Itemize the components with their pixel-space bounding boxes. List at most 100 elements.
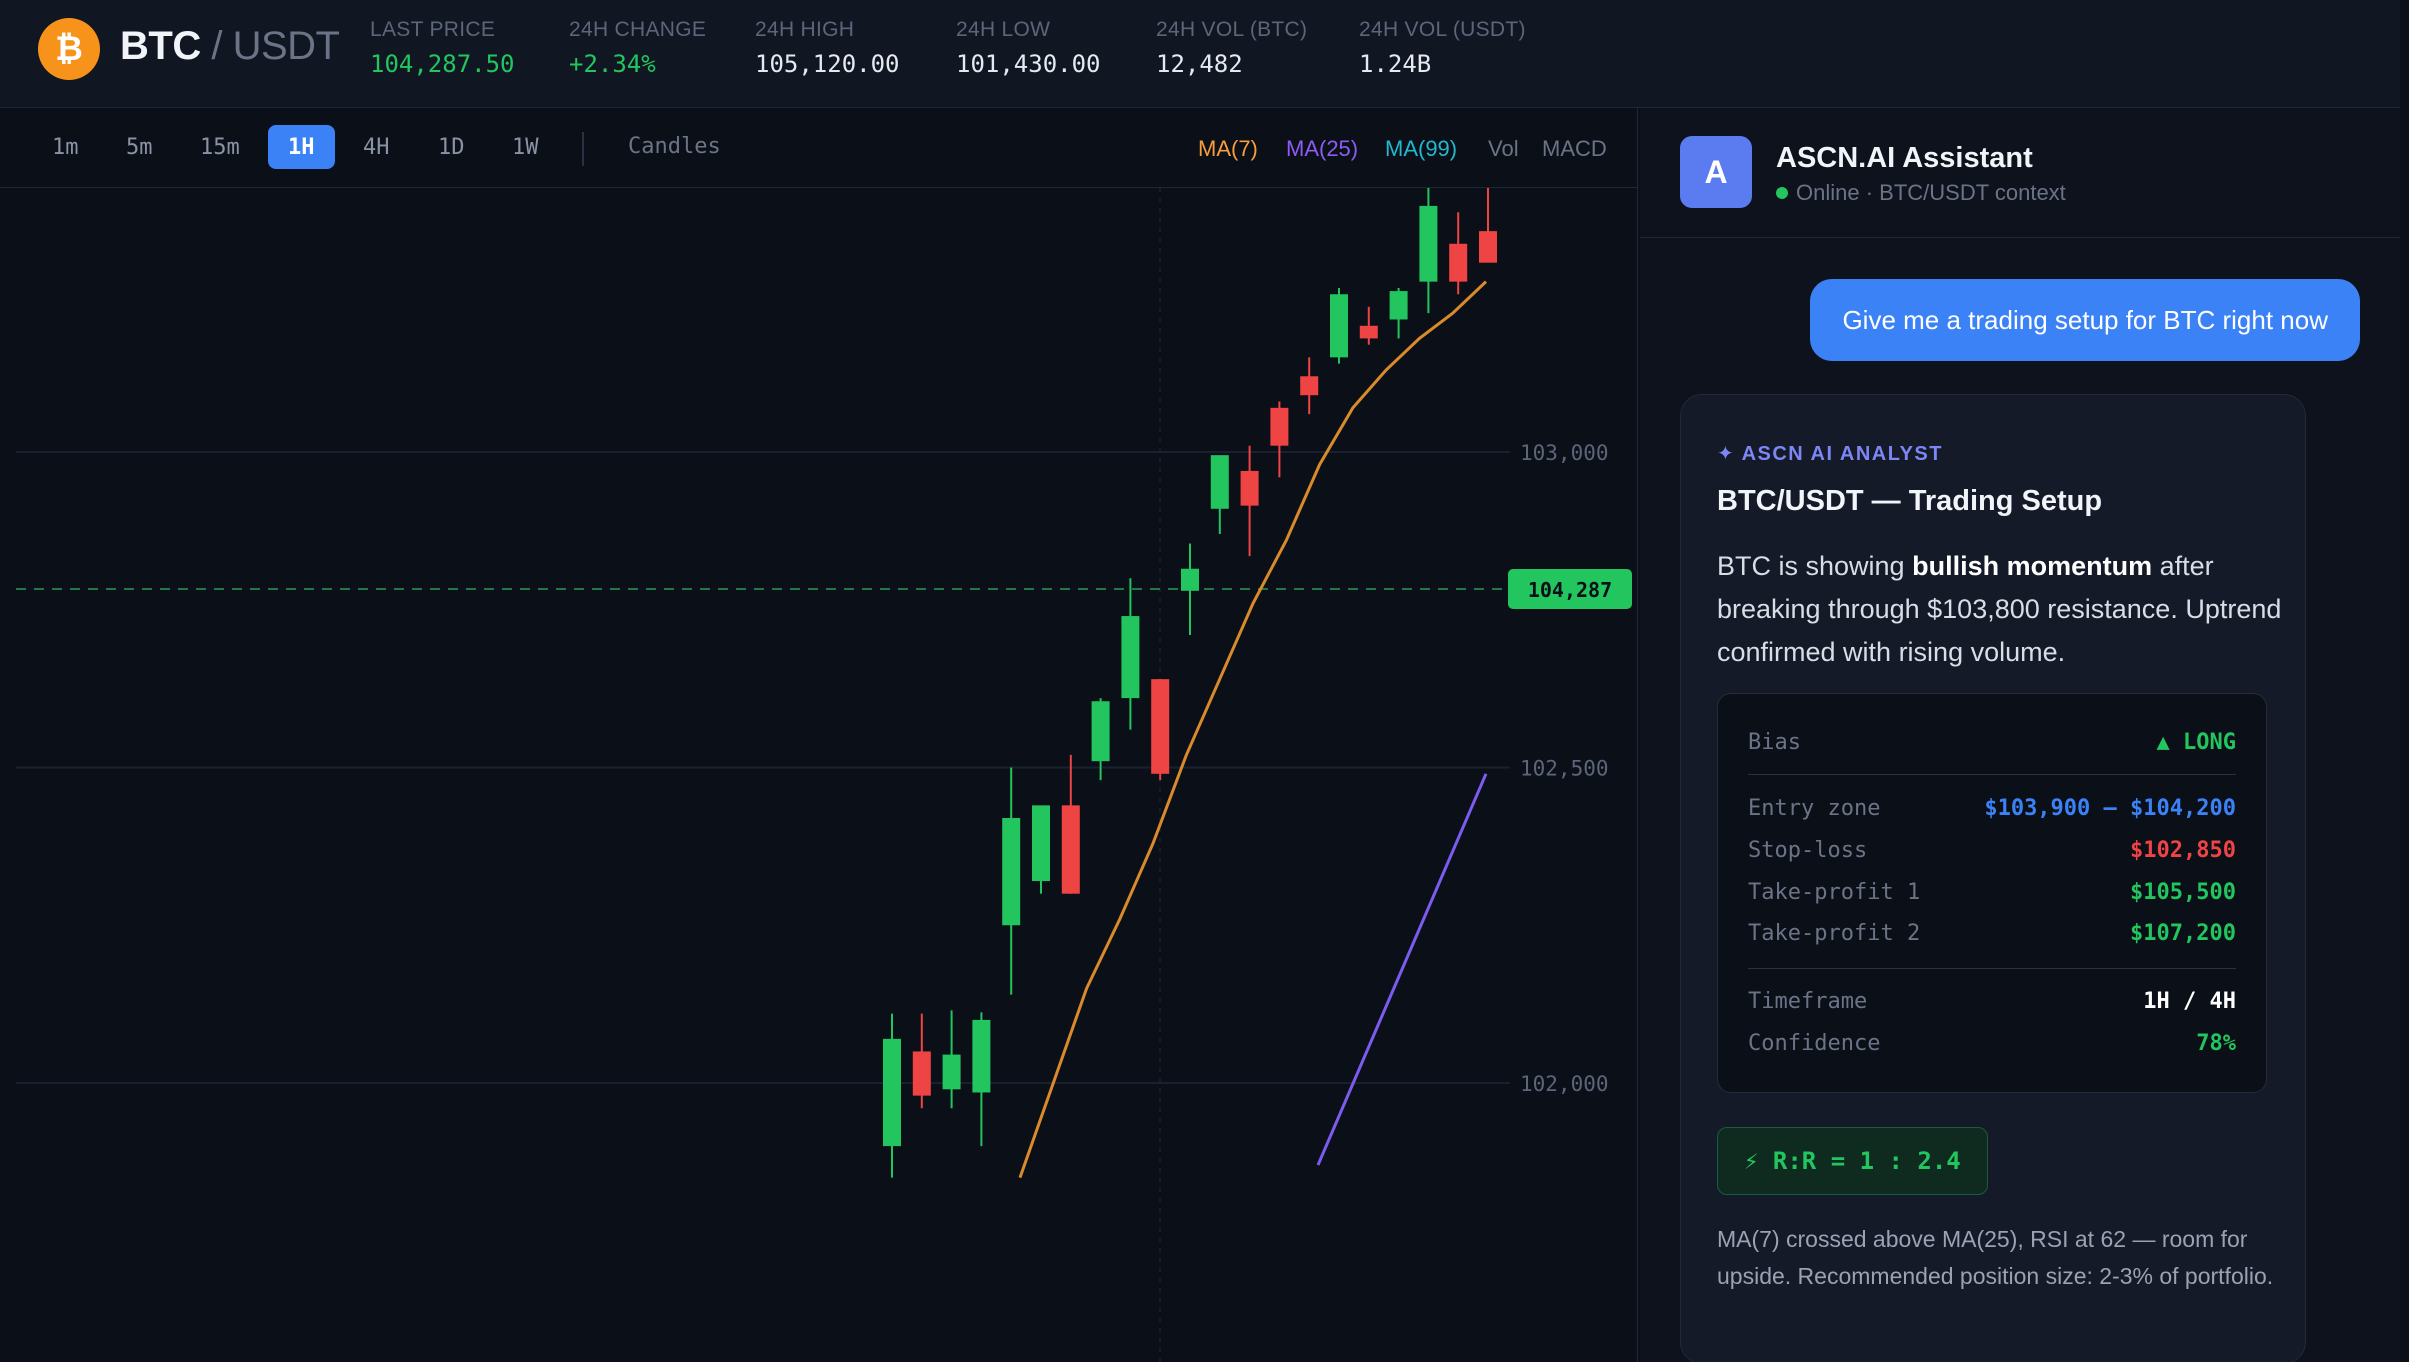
timeframe-4h[interactable]: 4H xyxy=(343,125,410,169)
candle-up xyxy=(1330,294,1348,358)
stat-24h-vol-usdt: 24H VOL (USDT) 1.24B xyxy=(1359,18,1526,78)
stat-label: 24H HIGH xyxy=(755,18,855,41)
timeframe-15m[interactable]: 15m xyxy=(180,125,260,169)
timeframe-1m[interactable]: 1m xyxy=(32,125,99,169)
timeframe-1d[interactable]: 1D xyxy=(418,125,485,169)
risk-reward-badge: ⚡ R:R = 1 : 2.4 xyxy=(1717,1127,1988,1195)
row-value: $102,850 xyxy=(2130,838,2236,863)
candle-up xyxy=(1181,568,1199,591)
indicator-macd[interactable]: MACD xyxy=(1542,136,1607,162)
stat-value: 105,120.00 xyxy=(755,50,900,78)
assistant-name: ASCN.AI Assistant xyxy=(1776,142,2033,174)
candle-up xyxy=(1002,817,1021,926)
online-dot-icon xyxy=(1776,187,1788,199)
stop-loss-row: Stop-loss $102,850 xyxy=(1748,838,2236,863)
pair-quote: / USDT xyxy=(211,24,340,68)
row-label: Timeframe xyxy=(1748,989,1868,1014)
toolbar-divider xyxy=(582,132,584,166)
stat-24h-low: 24H LOW 101,430.00 xyxy=(956,18,1101,78)
confidence-row: Confidence 78% xyxy=(1748,1031,2236,1056)
chart-panel: 1m 5m 15m 1H 4H 1D 1W Candles MA(7) MA(2… xyxy=(0,108,1638,1362)
candle-up xyxy=(972,1019,991,1093)
take-profit-1-row: Take-profit 1 $105,500 xyxy=(1748,880,2236,905)
row-value: $103,900 – $104,200 xyxy=(1984,796,2236,821)
candle-up xyxy=(1389,291,1408,320)
assistant-status-text: Online · BTC/USDT context xyxy=(1796,180,2066,205)
setup-title: BTC/USDT — Trading Setup xyxy=(1717,485,2103,517)
candle-down xyxy=(1479,231,1497,263)
chart-type-selector[interactable]: Candles xyxy=(628,134,721,159)
candle-up xyxy=(1419,205,1438,282)
stat-value: 104,287.50 xyxy=(370,50,515,78)
row-value: 1H / 4H xyxy=(2143,989,2236,1014)
row-value: $105,500 xyxy=(2130,880,2236,905)
timeframe-1w[interactable]: 1W xyxy=(492,125,559,169)
candle-down xyxy=(1061,805,1080,894)
table-divider xyxy=(1748,774,2236,775)
row-label: Entry zone xyxy=(1748,796,1881,821)
candle-down xyxy=(1300,376,1319,396)
stat-label: LAST PRICE xyxy=(370,18,496,41)
candle-down xyxy=(1151,679,1170,774)
assistant-avatar: A xyxy=(1680,136,1752,208)
stat-label: 24H VOL (USDT) xyxy=(1359,18,1526,41)
stat-label: 24H LOW xyxy=(956,18,1051,41)
row-label: Confidence xyxy=(1748,1031,1881,1056)
indicator-ma25[interactable]: MA(25) xyxy=(1286,136,1358,162)
bitcoin-logo-icon: ₿ xyxy=(38,18,100,80)
candle-down xyxy=(1240,470,1259,506)
row-value: $107,200 xyxy=(2130,921,2236,946)
stat-value: 12,482 xyxy=(1156,50,1243,78)
pair-title[interactable]: BTC / USDT xyxy=(120,24,340,69)
bias-label: Bias xyxy=(1748,730,1801,755)
assistant-response-card: ✦ ASCN AI ANALYST BTC/USDT — Trading Set… xyxy=(1680,394,2306,1362)
row-label: Stop-loss xyxy=(1748,838,1868,863)
ma25-line xyxy=(1316,773,1488,1166)
y-tick-label: 103,000 xyxy=(1520,441,1609,465)
entry-zone-row: Entry zone $103,900 – $104,200 xyxy=(1748,796,2236,821)
stat-label: 24H CHANGE xyxy=(569,18,707,41)
setup-summary: BTC is showing bullish momentum after br… xyxy=(1717,545,2287,674)
indicator-ma99[interactable]: MA(99) xyxy=(1385,136,1457,162)
candle-up xyxy=(1121,616,1140,699)
stat-last-price: LAST PRICE 104,287.50 xyxy=(370,18,515,78)
y-tick-label: 102,000 xyxy=(1520,1072,1609,1096)
assistant-status: Online · BTC/USDT context xyxy=(1776,180,2066,206)
stat-24h-high: 24H HIGH 105,120.00 xyxy=(755,18,900,78)
row-value: 78% xyxy=(2196,1031,2236,1056)
stat-value: +2.34% xyxy=(569,50,656,78)
candle-up xyxy=(1091,701,1110,762)
bias-value: ▲ LONG xyxy=(2156,730,2236,755)
stat-24h-vol-btc: 24H VOL (BTC) 12,482 xyxy=(1156,18,1307,78)
assistant-header: A ASCN.AI Assistant Online · BTC/USDT co… xyxy=(1640,108,2400,238)
row-label: Take-profit 1 xyxy=(1748,880,1921,905)
stat-value: 1.24B xyxy=(1359,50,1432,78)
stat-24h-change: 24H CHANGE +2.34% xyxy=(569,18,706,78)
setup-note: MA(7) crossed above MA(25), RSI at 62 — … xyxy=(1717,1226,2274,1289)
timeframe-5m[interactable]: 5m xyxy=(106,125,173,169)
setup-table: Bias ▲ LONG Entry zone $103,900 – $104,200… xyxy=(1717,693,2267,1093)
candle-down xyxy=(1270,407,1289,446)
candle-up xyxy=(942,1054,961,1090)
candle-up xyxy=(883,1038,901,1147)
candlestick-chart[interactable]: 103,500103,000102,500102,000104,287 xyxy=(0,188,1638,1362)
bias-row: Bias ▲ LONG xyxy=(1748,730,2236,755)
table-divider xyxy=(1748,968,2236,969)
user-message-bubble: Give me a trading setup for BTC right no… xyxy=(1810,279,2360,361)
stat-label: 24H VOL (BTC) xyxy=(1156,18,1308,41)
indicator-ma7[interactable]: MA(7) xyxy=(1198,136,1258,162)
current-price-label: 104,287 xyxy=(1528,578,1612,602)
y-tick-label: 102,500 xyxy=(1520,757,1609,781)
candle-up xyxy=(1032,805,1050,882)
row-label: Take-profit 2 xyxy=(1748,921,1921,946)
stat-value: 101,430.00 xyxy=(956,50,1101,78)
candle-down xyxy=(912,1051,931,1096)
analyst-tag: ✦ ASCN AI ANALYST xyxy=(1717,443,1943,465)
summary-text: BTC is showing xyxy=(1717,551,1913,581)
summary-emphasis: bullish momentum xyxy=(1912,551,2153,581)
ma7-line xyxy=(1018,280,1488,1179)
indicator-vol[interactable]: Vol xyxy=(1488,136,1519,162)
timeframe-1h[interactable]: 1H xyxy=(268,125,335,169)
candle-down xyxy=(1359,325,1378,339)
take-profit-2-row: Take-profit 2 $107,200 xyxy=(1748,921,2236,946)
